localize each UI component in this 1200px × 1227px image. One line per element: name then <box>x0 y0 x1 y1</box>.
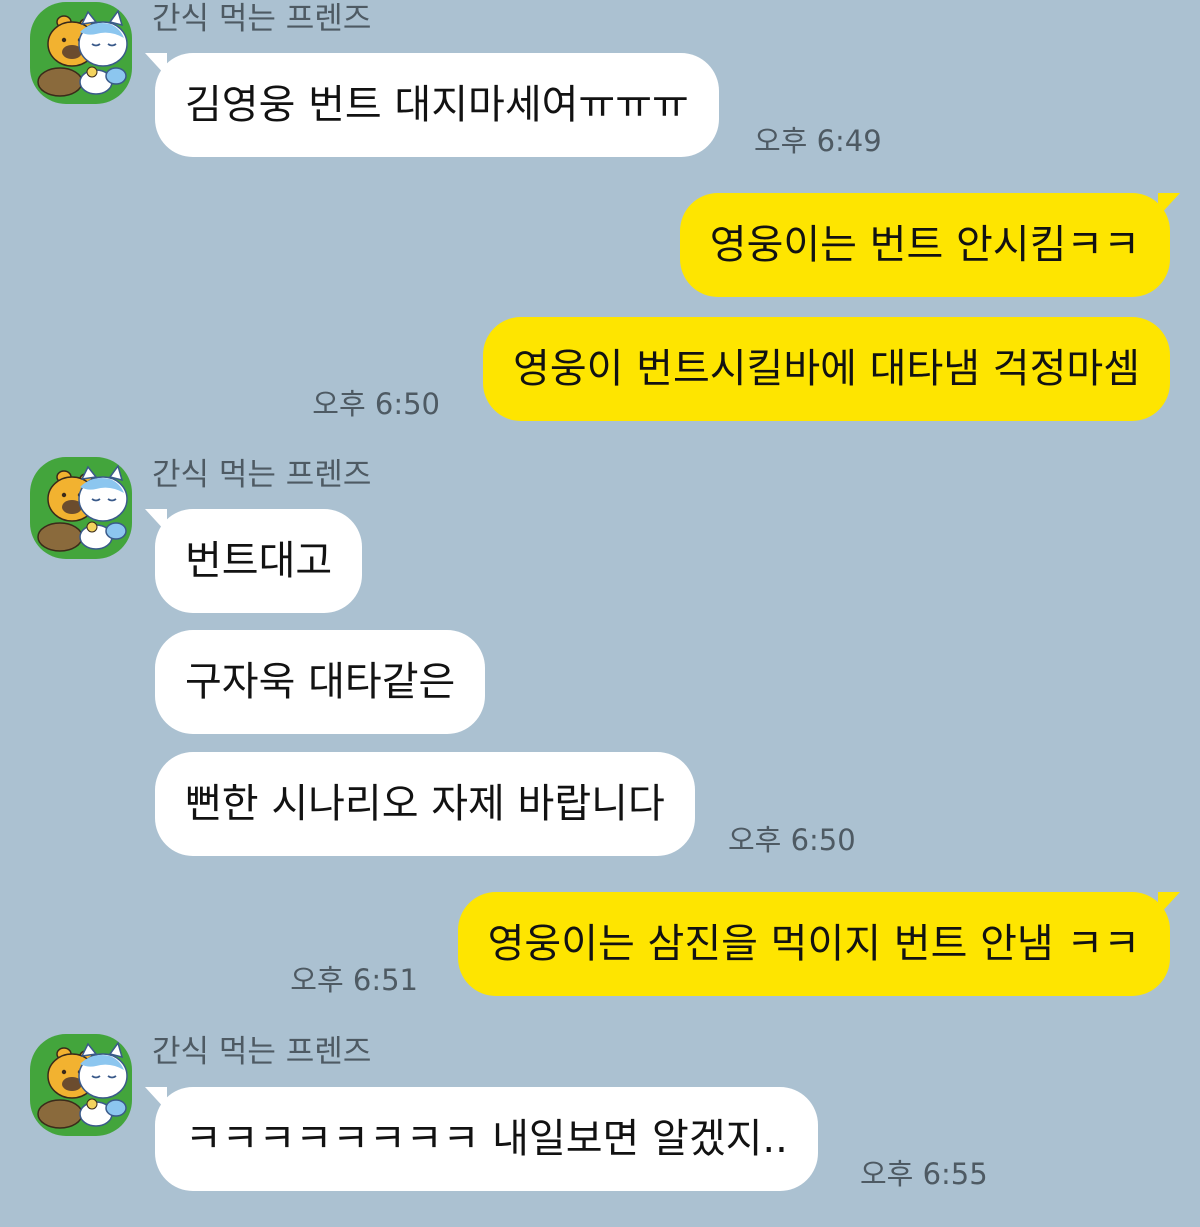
sender-name: 간식 먹는 프렌즈 <box>152 1 372 37</box>
outgoing-message[interactable]: 영웅이는 삼진을 먹이지 번트 안냄 ㅋㅋ <box>457 892 1181 996</box>
incoming-message[interactable]: 뻔한 시나리오 자제 바랍니다 <box>155 752 695 856</box>
message-timestamp: 오후 6:50 <box>728 823 856 857</box>
incoming-message[interactable]: 번트대고 <box>144 509 363 613</box>
outgoing-message[interactable]: 영웅이는 번트 안시킴ㅋㅋ <box>679 193 1181 297</box>
sender-name: 간식 먹는 프렌즈 <box>152 457 372 493</box>
message-timestamp: 오후 6:55 <box>860 1157 988 1191</box>
friend-avatar[interactable] <box>30 2 132 104</box>
sender-name: 간식 먹는 프렌즈 <box>152 1034 372 1070</box>
outgoing-message[interactable]: 영웅이 번트시킬바에 대타냄 걱정마셈 <box>483 317 1170 421</box>
friends-snack-avatar-icon <box>37 10 128 97</box>
incoming-message[interactable]: 김영웅 번트 대지마세여ㅠㅠㅠ <box>145 53 719 157</box>
friend-avatar[interactable] <box>30 457 132 559</box>
incoming-message[interactable]: 구자욱 대타같은 <box>155 630 486 734</box>
message-timestamp: 오후 6:50 <box>312 387 440 421</box>
friends-snack-avatar-icon <box>37 465 128 552</box>
friends-snack-avatar-icon <box>37 1042 128 1129</box>
friend-avatar[interactable] <box>30 1034 132 1136</box>
message-timestamp: 오후 6:49 <box>754 124 882 158</box>
incoming-message[interactable]: ㅋㅋㅋㅋㅋㅋㅋㅋ 내일보면 알겠지.. <box>145 1087 818 1191</box>
message-timestamp: 오후 6:51 <box>290 963 418 997</box>
